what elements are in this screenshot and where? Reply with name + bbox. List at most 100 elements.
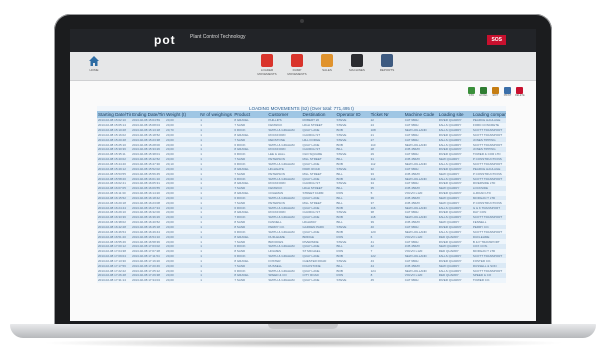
table-row[interactable]: 2013-02-08 15:53:55 2013-02-08 15:56:45 20…: [97, 171, 506, 177]
excel-icon: [480, 87, 487, 94]
delete-button[interactable]: DELETE: [515, 87, 525, 97]
table-row[interactable]: 2013-02-08 16:46:54 2013-02-08 16:49:44 20…: [97, 229, 506, 235]
table-cell: TOWER CO.: [471, 277, 506, 283]
table-row[interactable]: 2013-02-08 16:38:02 2013-02-08 16:40:52 20…: [97, 219, 506, 225]
home-icon: [89, 56, 99, 66]
table-row[interactable]: 2013-02-08 15:35:11 2013-02-08 15:38:01 20…: [97, 151, 506, 157]
dump-movements-icon: [291, 54, 303, 67]
column-header[interactable]: Product: [233, 111, 268, 118]
excel-label: EXCEL: [479, 94, 488, 97]
table-cell: SCOTT TRANSPORT: [471, 268, 506, 273]
table-cell: SCOTT TRANSPORT: [471, 253, 506, 259]
print-label: PRINT: [503, 94, 512, 97]
sales-icon: [321, 54, 333, 67]
column-header[interactable]: Operator ID: [335, 111, 370, 118]
table-cell: SCOTT TRANSPORT: [471, 127, 506, 133]
machines-tool[interactable]: MACHINES: [346, 54, 368, 76]
column-header[interactable]: Destination: [301, 111, 336, 118]
table-cell: 2013-02-08 16:38:02: [97, 219, 132, 225]
table-row[interactable]: 2013-02-08 16:33:36 2013-02-08 16:36:26 20…: [97, 214, 506, 220]
table-row[interactable]: 2013-02-08 16:29:10 2013-02-08 16:32:00 20…: [97, 210, 506, 215]
table-row[interactable]: 2013-02-08 17:31:14 2013-02-08 17:34:04 20…: [97, 277, 506, 283]
table-row[interactable]: 2013-02-08 16:07:05 2013-02-08 16:09:55 20…: [97, 185, 506, 191]
column-header[interactable]: Loading site: [437, 111, 472, 118]
movements-table: Starting Date/TimeEnding Date/TimeWeight…: [97, 111, 506, 283]
home-label: HOME: [89, 68, 99, 72]
table-row[interactable]: 2013-02-08 15:20:48 2013-02-08 15:23:38 20…: [97, 137, 506, 143]
table-row[interactable]: 2013-02-08 15:40:02 2013-02-08 15:42:52 20…: [97, 156, 506, 162]
column-header[interactable]: Weight (t): [165, 111, 200, 118]
column-header[interactable]: Loading company: [471, 111, 506, 118]
table-cell: 2013-02-08 17:09:04: [97, 253, 132, 259]
table-cell: 2013-02-08 16:15:52: [97, 195, 132, 201]
table-row[interactable]: 2013-02-08 15:49:12 2013-02-08 15:52:02 20…: [97, 166, 506, 172]
main-toolbar: HOME LOADER MOVEMENTS DUMP MOVEMENTS SALES…: [70, 52, 536, 81]
table-cell: P CONSTRUCTIONS: [471, 171, 506, 177]
webcam: [300, 19, 304, 23]
table-row[interactable]: 2013-02-08 16:24:44 2013-02-08 16:27:34 20…: [97, 205, 506, 211]
laptop-screen: pot Plant Control Technology SOS HOME LO…: [70, 29, 536, 321]
column-header[interactable]: Machine Code: [403, 111, 438, 118]
edit-button[interactable]: EDIT: [491, 87, 500, 97]
table-cell: 2013-02-08 17:13:30: [97, 258, 132, 264]
table-row[interactable]: 2013-02-08 17:22:22 2013-02-08 17:25:12 20…: [97, 268, 506, 273]
table-body: 2013-02-08 15:02:10 2013-02-08 15:04:59 20…: [97, 118, 506, 283]
module-toolbar: LOADER MOVEMENTS DUMP MOVEMENTS SALES MACHI…: [256, 54, 398, 76]
print-icon: [504, 87, 511, 94]
table-cell: 2013-02-08 16:07:05: [97, 185, 132, 191]
app-logo[interactable]: pot: [154, 33, 176, 47]
print-button[interactable]: PRINT: [503, 87, 512, 97]
table-cell: 2013-02-08 17:22:22: [97, 268, 132, 273]
reports-tool[interactable]: REPORTS: [376, 54, 398, 76]
machines-icon: [351, 54, 363, 67]
table-row[interactable]: 2013-02-08 16:02:41 2013-02-08 16:05:31 20…: [97, 180, 506, 186]
table-row[interactable]: 2013-02-08 17:26:48 2013-02-08 17:29:38 20…: [97, 273, 506, 278]
column-header[interactable]: Nr of weighings: [199, 111, 234, 118]
table-cell: 2013-02-08 15:10:28: [97, 127, 132, 133]
csv-button[interactable]: CSV: [467, 87, 476, 97]
table-row[interactable]: 2013-02-08 15:58:20 2013-02-08 16:01:10 20…: [97, 176, 506, 181]
table-row[interactable]: 2013-02-08 15:44:40 2013-02-08 15:47:30 20…: [97, 161, 506, 167]
column-header[interactable]: Ending Date/Time: [131, 111, 166, 118]
table-cell: 2013-02-08 16:24:44: [97, 205, 132, 211]
home-button[interactable]: HOME: [84, 55, 104, 72]
sos-button[interactable]: SOS: [487, 35, 506, 45]
table-cell: 2013-02-08 16:55:46: [97, 239, 132, 244]
sales-tool-label: SALES: [322, 68, 332, 72]
dump-movements-tool[interactable]: DUMP MOVEMENTS: [286, 54, 308, 76]
table-row[interactable]: 2013-02-08 17:13:30 2013-02-08 17:16:20 20…: [97, 258, 506, 264]
table-cell: SMITH & GRAHAM: [267, 277, 302, 283]
table-row[interactable]: 2013-02-08 15:16:02 2013-02-08 15:18:52 20…: [97, 132, 506, 138]
loader-movements-tool-label: LOADER MOVEMENTS: [257, 68, 277, 76]
corner-accent: [580, 0, 606, 28]
table-row[interactable]: 2013-02-08 15:05:14 2013-02-08 15:08:04 20…: [97, 122, 506, 128]
column-header[interactable]: Ticket Nr: [369, 111, 404, 118]
excel-button[interactable]: EXCEL: [479, 87, 488, 97]
table-action-icons: CSV EXCEL EDIT PRINT DELETE: [467, 87, 525, 97]
table-row[interactable]: 2013-02-08 15:10:28 2013-02-08 15:13:18 20…: [97, 127, 506, 133]
table-cell: 2013-02-08 15:40:02: [97, 156, 132, 162]
table-row[interactable]: 2013-02-08 16:42:28 2013-02-08 16:45:18 20…: [97, 224, 506, 230]
table-row[interactable]: 2013-02-08 16:20:18 2013-02-08 16:23:08 20…: [97, 200, 506, 206]
table-cell: 2013-02-08 17:17:56: [97, 263, 132, 269]
column-header[interactable]: Starting Date/Time: [97, 111, 132, 118]
table-row[interactable]: 2013-02-08 17:09:04 2013-02-08 17:11:54 20…: [97, 253, 506, 259]
table-row[interactable]: 2013-02-08 16:51:20 2013-02-08 16:54:10 20…: [97, 234, 506, 240]
table-row[interactable]: 2013-02-08 16:11:30 2013-02-08 16:14:20 20…: [97, 190, 506, 196]
table-row[interactable]: 2013-02-08 15:02:10 2013-02-08 15:04:59 20…: [97, 118, 506, 123]
edit-label: EDIT: [492, 94, 499, 97]
table-row[interactable]: 2013-02-08 17:04:38 2013-02-08 17:07:28 20…: [97, 248, 506, 254]
column-header[interactable]: Customer: [267, 111, 302, 118]
table-row[interactable]: 2013-02-08 15:25:10 2013-02-08 15:28:00 20…: [97, 142, 506, 148]
table-header-row: Starting Date/TimeEnding Date/TimeWeight…: [97, 111, 506, 118]
table-row[interactable]: 2013-02-08 16:55:46 2013-02-08 16:58:36 20…: [97, 239, 506, 244]
table-cell: 2013-02-08 15:58:20: [97, 176, 132, 181]
table-row[interactable]: 2013-02-08 15:30:36 2013-02-08 15:33:26 20…: [97, 147, 506, 152]
table-row[interactable]: 2013-02-08 16:15:52 2013-02-08 16:18:42 20…: [97, 195, 506, 201]
table-cell: 2013-02-08 15:44:40: [97, 161, 132, 167]
table-row[interactable]: 2013-02-08 17:17:56 2013-02-08 17:20:46 20…: [97, 263, 506, 269]
table-row[interactable]: 2013-02-08 17:00:12 2013-02-08 17:03:02 20…: [97, 243, 506, 249]
table-cell: 2013-02-08 15:49:12: [97, 166, 132, 172]
loader-movements-tool[interactable]: LOADER MOVEMENTS: [256, 54, 278, 76]
sales-tool[interactable]: SALES: [316, 54, 338, 76]
